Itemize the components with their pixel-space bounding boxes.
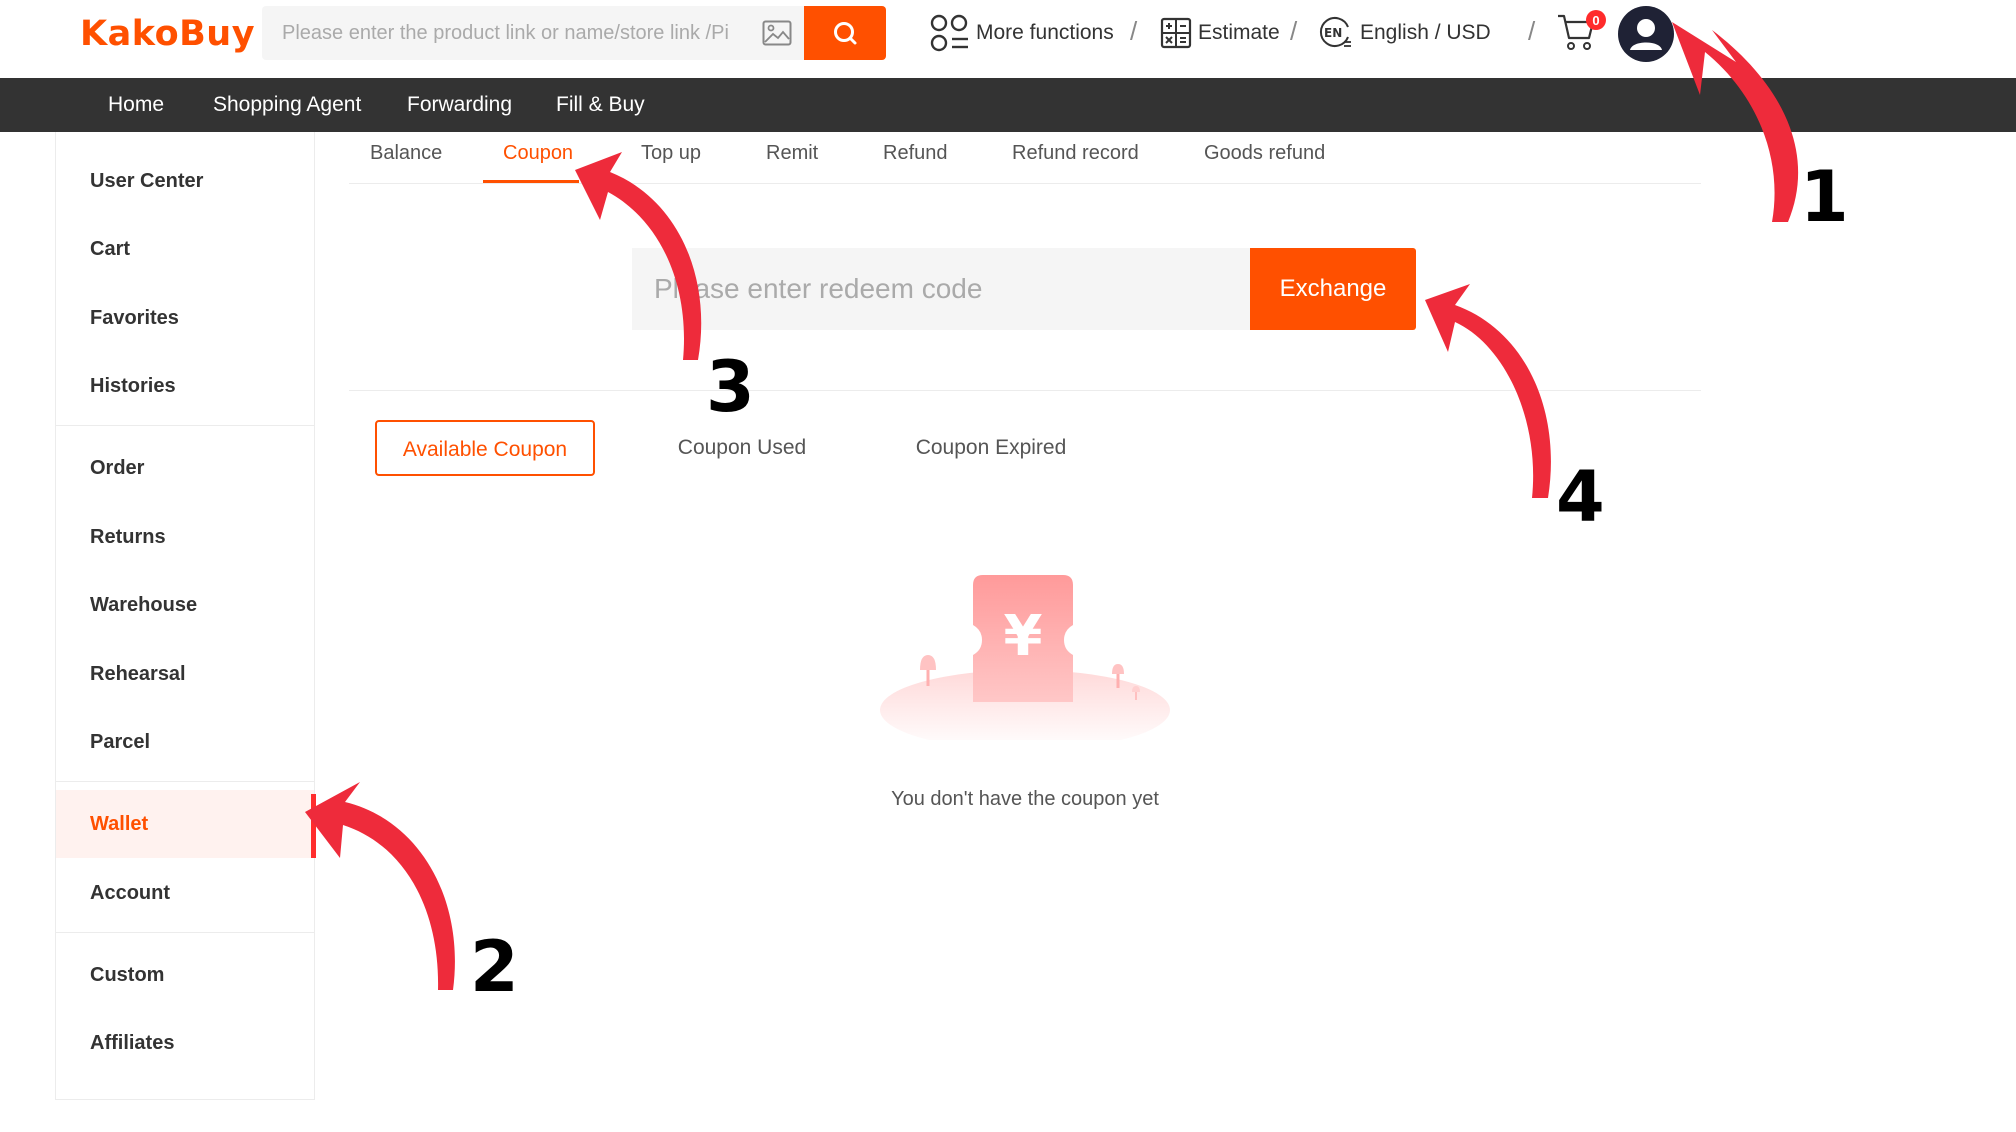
image-search-icon[interactable]: [762, 20, 792, 46]
annotation-number-3: 3: [706, 346, 755, 428]
more-functions-label: More functions: [976, 21, 1114, 44]
sidebar-divider: [56, 425, 314, 426]
redeem-code-input[interactable]: [654, 248, 1234, 330]
tab-goods-refund[interactable]: Goods refund: [1204, 132, 1325, 182]
tab-coupon-expired[interactable]: Coupon Expired: [908, 420, 1074, 476]
search-box: [262, 6, 804, 60]
nav-shopping-agent[interactable]: Shopping Agent: [213, 78, 361, 132]
language-currency-label: English / USD: [1360, 21, 1491, 44]
grid-apps-icon: [930, 14, 968, 52]
annotation-number-2: 2: [470, 926, 519, 1008]
tab-top-up[interactable]: Top up: [641, 132, 701, 182]
sidebar-item-user-center[interactable]: User Center: [56, 147, 314, 215]
sidebar-item-returns[interactable]: Returns: [56, 503, 314, 571]
header-separator: /: [1528, 16, 1536, 46]
tab-available-coupon[interactable]: Available Coupon: [375, 420, 595, 476]
language-currency-button[interactable]: EN English / USD: [1318, 12, 1491, 54]
tab-coupon-used[interactable]: Coupon Used: [668, 420, 816, 476]
estimate-button[interactable]: Estimate: [1160, 12, 1280, 54]
tab-refund[interactable]: Refund: [883, 132, 948, 182]
kakobuy-logo[interactable]: KakoBuy: [80, 14, 255, 54]
tab-refund-record[interactable]: Refund record: [1012, 132, 1139, 182]
sidebar-item-rehearsal[interactable]: Rehearsal: [56, 640, 314, 708]
sidebar-item-warehouse[interactable]: Warehouse: [56, 571, 314, 639]
sidebar-item-wallet[interactable]: Wallet: [56, 790, 316, 858]
user-avatar[interactable]: [1618, 6, 1674, 62]
exchange-button[interactable]: Exchange: [1250, 248, 1416, 330]
top-header: KakoBuy More functions: [0, 0, 2016, 78]
yen-symbol: ¥: [1004, 604, 1043, 669]
empty-coupon-illustration: ¥: [880, 575, 1170, 740]
empty-coupon-message: You don't have the coupon yet: [891, 788, 1159, 810]
user-icon: [1630, 19, 1662, 50]
sidebar-item-histories[interactable]: Histories: [56, 352, 314, 420]
section-divider: [349, 390, 1701, 391]
calculator-icon: [1160, 17, 1192, 49]
sidebar-item-favorites[interactable]: Favorites: [56, 284, 314, 352]
redeem-box: [632, 248, 1250, 330]
tab-remit[interactable]: Remit: [766, 132, 818, 182]
wallet-tabs: Balance Coupon Top up Remit Refund Refun…: [349, 132, 1701, 184]
sidebar-item-cart[interactable]: Cart: [56, 215, 314, 283]
sidebar-item-account[interactable]: Account: [56, 859, 314, 927]
nav-forwarding[interactable]: Forwarding: [407, 78, 512, 132]
annotation-arrow-2: [305, 782, 455, 990]
search-button[interactable]: [804, 6, 886, 60]
main-nav: Home Shopping Agent Forwarding Fill & Bu…: [0, 78, 2016, 132]
sidebar-item-custom[interactable]: Custom: [56, 941, 314, 1009]
more-functions-button[interactable]: More functions: [930, 12, 1114, 54]
tab-coupon[interactable]: Coupon: [503, 132, 573, 182]
user-sidebar: User Center Cart Favorites Histories Ord…: [55, 132, 316, 1100]
tab-balance[interactable]: Balance: [370, 132, 442, 182]
annotation-number-4: 4: [1556, 456, 1605, 538]
search-input[interactable]: [282, 6, 742, 60]
estimate-label: Estimate: [1198, 21, 1280, 44]
cart-button[interactable]: 0: [1556, 10, 1606, 52]
sidebar-item-parcel[interactable]: Parcel: [56, 708, 314, 776]
sidebar-item-affiliates[interactable]: Affiliates: [56, 1009, 314, 1077]
nav-fill-and-buy[interactable]: Fill & Buy: [556, 78, 645, 132]
annotation-arrow-4: [1425, 284, 1551, 498]
sidebar-divider: [56, 781, 314, 782]
active-tab-indicator: [483, 180, 579, 183]
header-separator: /: [1130, 16, 1138, 46]
cart-count-badge: 0: [1586, 10, 1606, 30]
search-icon: [834, 22, 857, 45]
sidebar-divider: [56, 932, 314, 933]
annotation-number-1: 1: [1800, 156, 1849, 238]
page-root: KakoBuy More functions: [0, 0, 2016, 1132]
nav-home[interactable]: Home: [108, 78, 164, 132]
sidebar-item-order[interactable]: Order: [56, 434, 314, 502]
language-icon: EN: [1320, 17, 1351, 47]
svg-text:EN: EN: [1324, 26, 1342, 40]
header-separator: /: [1290, 16, 1298, 46]
